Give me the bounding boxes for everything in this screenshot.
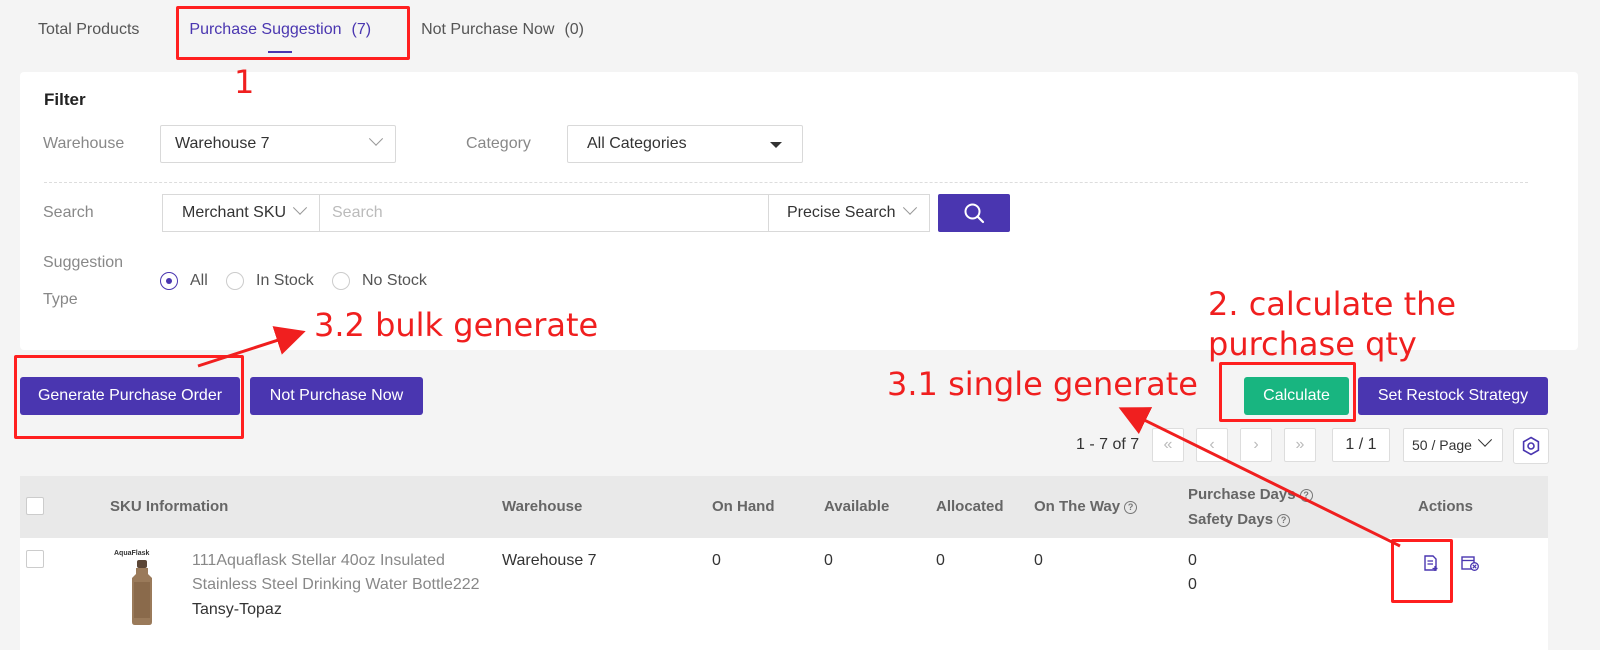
arrow-bulk-generate [197,326,306,368]
arrow-single-generate [1118,407,1401,548]
annotation-arrows [197,326,1401,548]
